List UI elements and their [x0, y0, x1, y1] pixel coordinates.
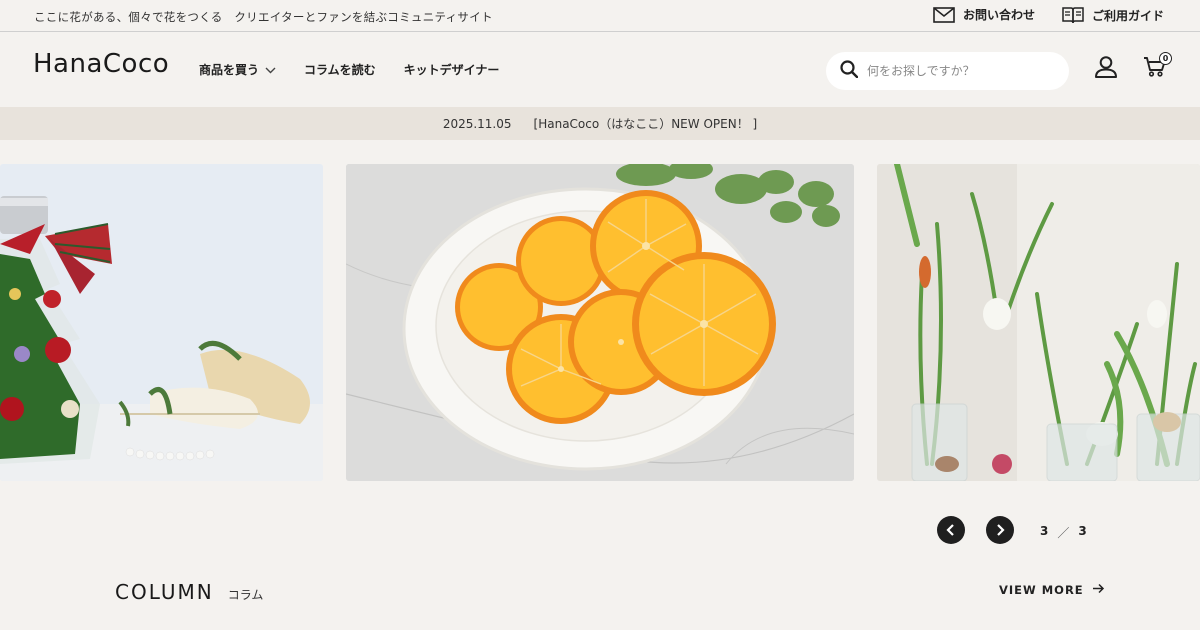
chevron-right-icon: [995, 521, 1005, 540]
nav-item-kit-designer[interactable]: キットデザイナー: [404, 61, 500, 78]
slider-prev-button[interactable]: [937, 516, 965, 544]
slider-next-button[interactable]: [986, 516, 1014, 544]
slide-bulb-flowers[interactable]: [877, 164, 1200, 481]
column-section-title: COLUMN コラム: [115, 580, 263, 604]
slide-christmas-tree[interactable]: [0, 164, 323, 481]
cart-count-badge: 0: [1159, 52, 1172, 65]
search-box: [826, 52, 1069, 90]
pager-total: 3: [1078, 524, 1087, 538]
slide-dried-orange[interactable]: [346, 164, 854, 481]
main-nav: 商品を買う コラムを読む キットデザイナー: [199, 61, 499, 78]
cart-icon: [1143, 57, 1167, 82]
slider-pager: 3 ／ 3: [1040, 524, 1087, 541]
chevron-down-icon: [265, 63, 276, 77]
news-bar[interactable]: 2025.11.05 [HanaCoco（はなここ）NEW OPEN！ ]: [0, 107, 1200, 140]
site-logo[interactable]: HanaCoco: [33, 49, 169, 79]
christmas-tree-bottle-image: [0, 164, 323, 481]
bulb-flowers-image: [877, 164, 1200, 481]
chevron-left-icon: [946, 521, 956, 540]
contact-link[interactable]: お問い合わせ: [933, 6, 1035, 23]
top-utility-bar: ここに花がある、個々で花をつくる クリエイターとファンを結ぶコミュニティサイト …: [0, 0, 1200, 32]
search-icon[interactable]: [840, 60, 859, 82]
news-text: [HanaCoco（はなここ）NEW OPEN！ ]: [533, 117, 758, 131]
nav-item-shop-label: 商品を買う: [199, 63, 260, 77]
view-more-link[interactable]: VIEW MORE: [999, 583, 1105, 597]
nav-item-column[interactable]: コラムを読む: [304, 61, 376, 78]
mail-icon: [933, 6, 955, 23]
nav-item-shop[interactable]: 商品を買う: [199, 61, 276, 78]
arrow-right-icon: [1092, 583, 1105, 597]
account-button[interactable]: [1094, 55, 1118, 83]
pager-current: 3: [1040, 524, 1049, 538]
book-icon: [1062, 6, 1084, 24]
column-title-en: COLUMN: [115, 580, 214, 604]
cart-button[interactable]: 0: [1143, 52, 1172, 82]
contact-label: お問い合わせ: [963, 8, 1036, 22]
site-header: HanaCoco 商品を買う コラムを読む キットデザイナー 0: [0, 32, 1200, 107]
view-more-label: VIEW MORE: [999, 583, 1084, 597]
news-date: 2025.11.05: [442, 116, 512, 131]
search-input[interactable]: [867, 64, 1047, 78]
column-title-ja: コラム: [227, 588, 264, 602]
site-tagline: ここに花がある、個々で花をつくる クリエイターとファンを結ぶコミュニティサイト: [34, 10, 493, 24]
nav-item-kit-designer-label: キットデザイナー: [403, 63, 500, 77]
guide-label: ご利用ガイド: [1092, 8, 1165, 23]
pager-separator: ／: [1057, 526, 1070, 540]
guide-link[interactable]: ご利用ガイド: [1062, 6, 1164, 24]
dried-orange-image: [346, 164, 854, 481]
nav-item-column-label: コラムを読む: [304, 63, 376, 77]
user-icon: [1094, 56, 1118, 83]
